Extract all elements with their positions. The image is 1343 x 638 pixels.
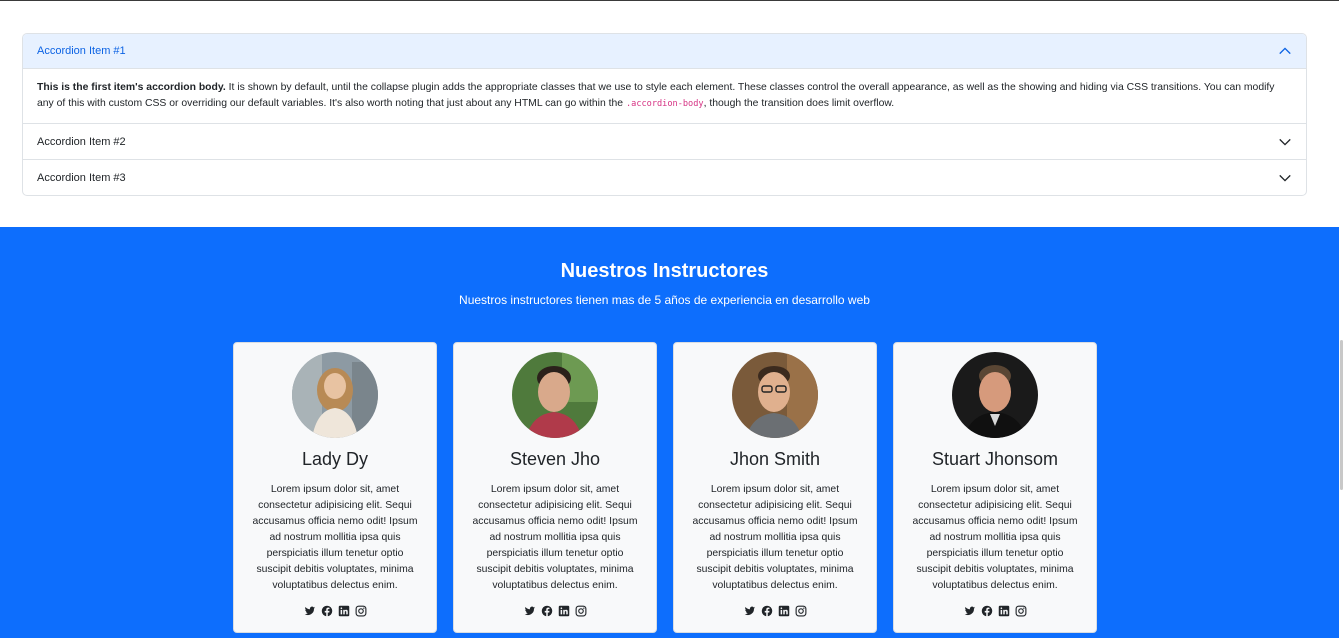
accordion-button-3[interactable]: Accordion Item #3 <box>23 160 1306 195</box>
avatar <box>512 352 598 438</box>
twitter-icon[interactable] <box>744 605 756 617</box>
accordion-item-3: Accordion Item #3 <box>23 159 1306 195</box>
instructor-name: Jhon Smith <box>729 449 821 469</box>
accordion-button-1[interactable]: Accordion Item #1 <box>23 34 1306 69</box>
accordion-item-2-title: Accordion Item #2 <box>37 135 126 148</box>
chevron-up-icon <box>1278 44 1292 58</box>
instructor-card-1: Lady Dy Lorem ipsum dolor sit, amet cons… <box>233 342 437 633</box>
instructor-name: Stuart Jhonsom <box>931 449 1059 469</box>
linkedin-icon[interactable] <box>778 605 790 617</box>
instagram-icon[interactable] <box>575 605 587 617</box>
accordion-item-2: Accordion Item #2 <box>23 123 1306 159</box>
twitter-icon[interactable] <box>524 605 536 617</box>
accordion-item-1: Accordion Item #1 This is the first item… <box>23 34 1306 123</box>
instructor-bio: Lorem ipsum dolor sit, amet consectetur … <box>912 484 1078 591</box>
social-links <box>894 605 1096 617</box>
facebook-icon[interactable] <box>761 605 773 617</box>
twitter-icon[interactable] <box>304 605 316 617</box>
chevron-down-icon <box>1278 171 1292 185</box>
instagram-icon[interactable] <box>795 605 807 617</box>
accordion-body-strong: This is the first item's accordion body. <box>37 82 226 93</box>
instructor-card-3: Jhon Smith Lorem ipsum dolor sit, amet c… <box>673 342 877 633</box>
instructor-bio: Lorem ipsum dolor sit, amet consectetur … <box>472 484 638 591</box>
instructor-card-4: Stuart Jhonsom Lorem ipsum dolor sit, am… <box>893 342 1097 633</box>
facebook-icon[interactable] <box>541 605 553 617</box>
top-border <box>0 0 1343 1</box>
linkedin-icon[interactable] <box>558 605 570 617</box>
social-links <box>674 605 876 617</box>
instagram-icon[interactable] <box>355 605 367 617</box>
instructor-name: Steven Jho <box>509 449 601 469</box>
section-title: Nuestros Instructores <box>560 260 769 282</box>
facebook-icon[interactable] <box>321 605 333 617</box>
facebook-icon[interactable] <box>981 605 993 617</box>
avatar <box>732 352 818 438</box>
avatar <box>292 352 378 438</box>
section-subtitle: Nuestros instructores tienen mas de 5 añ… <box>459 293 870 307</box>
scrollbar-track[interactable] <box>1339 0 1343 638</box>
social-links <box>454 605 656 617</box>
accordion-body-1: This is the first item's accordion body.… <box>23 69 1306 123</box>
accordion-item-3-title: Accordion Item #3 <box>37 171 126 184</box>
instructors-section: Nuestros Instructores Nuestros instructo… <box>0 227 1339 638</box>
accordion: Accordion Item #1 This is the first item… <box>22 33 1307 196</box>
twitter-icon[interactable] <box>964 605 976 617</box>
avatar <box>952 352 1038 438</box>
linkedin-icon[interactable] <box>338 605 350 617</box>
instructor-bio: Lorem ipsum dolor sit, amet consectetur … <box>692 484 858 591</box>
accordion-item-1-title: Accordion Item #1 <box>37 45 126 57</box>
instagram-icon[interactable] <box>1015 605 1027 617</box>
instructor-bio: Lorem ipsum dolor sit, amet consectetur … <box>252 484 418 591</box>
chevron-down-icon <box>1278 135 1292 149</box>
social-links <box>234 605 436 617</box>
instructor-card-2: Steven Jho Lorem ipsum dolor sit, amet c… <box>453 342 657 633</box>
accordion-body-code: .accordion-body <box>625 99 704 109</box>
linkedin-icon[interactable] <box>998 605 1010 617</box>
accordion-body-tail: , though the transition does limit overf… <box>703 98 895 109</box>
instructor-name: Lady Dy <box>301 449 369 469</box>
accordion-button-2[interactable]: Accordion Item #2 <box>23 124 1306 159</box>
